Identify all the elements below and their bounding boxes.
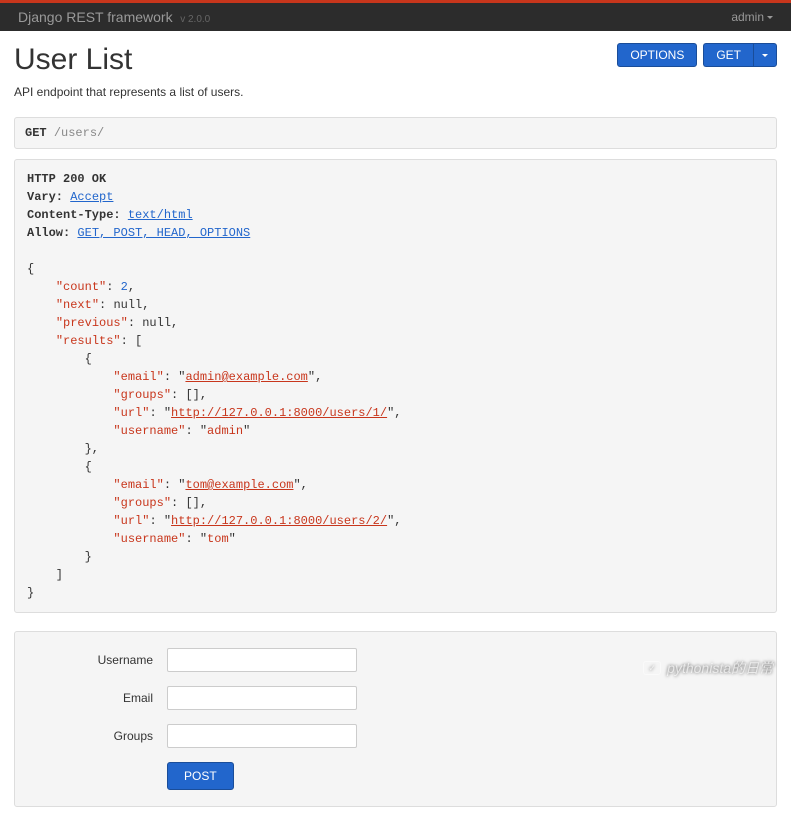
- count-value: 2: [121, 280, 128, 294]
- vary-value: Accept: [70, 190, 113, 204]
- email-input[interactable]: [167, 686, 357, 710]
- groups-label: Groups: [27, 729, 167, 743]
- result-email[interactable]: tom@example.com: [185, 478, 293, 492]
- email-label: Email: [27, 691, 167, 705]
- post-form: Username Email Groups POST: [14, 631, 777, 807]
- allow-label: Allow:: [27, 226, 70, 240]
- next-value: null: [113, 298, 142, 312]
- vary-label: Vary:: [27, 190, 63, 204]
- result-groups: []: [185, 388, 199, 402]
- request-method: GET: [25, 126, 47, 140]
- ctype-label: Content-Type:: [27, 208, 121, 222]
- get-button-group: GET: [703, 43, 777, 67]
- get-button[interactable]: GET: [703, 43, 753, 67]
- result-email[interactable]: admin@example.com: [185, 370, 307, 384]
- page-description: API endpoint that represents a list of u…: [14, 85, 777, 99]
- navbar-brand-group: Django REST framework v 2.0.0: [18, 9, 210, 25]
- groups-input[interactable]: [167, 724, 357, 748]
- brand-text: Django REST framework: [18, 9, 173, 25]
- chevron-down-icon: [762, 54, 768, 57]
- result-username: tom: [207, 532, 229, 546]
- result-url[interactable]: http://127.0.0.1:8000/users/2/: [171, 514, 387, 528]
- version-text: v 2.0.0: [180, 14, 210, 25]
- allow-value: GET, POST, HEAD, OPTIONS: [77, 226, 250, 240]
- status-line: HTTP 200 OK: [27, 172, 106, 186]
- chevron-down-icon: [767, 16, 773, 19]
- user-name: admin: [731, 10, 764, 24]
- user-menu[interactable]: admin: [731, 10, 773, 24]
- navbar: Django REST framework v 2.0.0 admin: [0, 0, 791, 31]
- result-username: admin: [207, 424, 243, 438]
- get-dropdown-toggle[interactable]: [753, 43, 777, 67]
- previous-value: null: [142, 316, 171, 330]
- request-line: GET /users/: [14, 117, 777, 149]
- post-button[interactable]: POST: [167, 762, 234, 790]
- ctype-value: text/html: [128, 208, 193, 222]
- page-title: User List: [14, 43, 132, 77]
- username-input[interactable]: [167, 648, 357, 672]
- action-buttons: OPTIONS GET: [617, 43, 777, 67]
- request-path: /users/: [54, 126, 104, 140]
- response-block: HTTP 200 OK Vary: Accept Content-Type: t…: [14, 159, 777, 613]
- result-groups: []: [185, 496, 199, 510]
- options-button[interactable]: OPTIONS: [617, 43, 697, 67]
- result-url[interactable]: http://127.0.0.1:8000/users/1/: [171, 406, 387, 420]
- username-label: Username: [27, 653, 167, 667]
